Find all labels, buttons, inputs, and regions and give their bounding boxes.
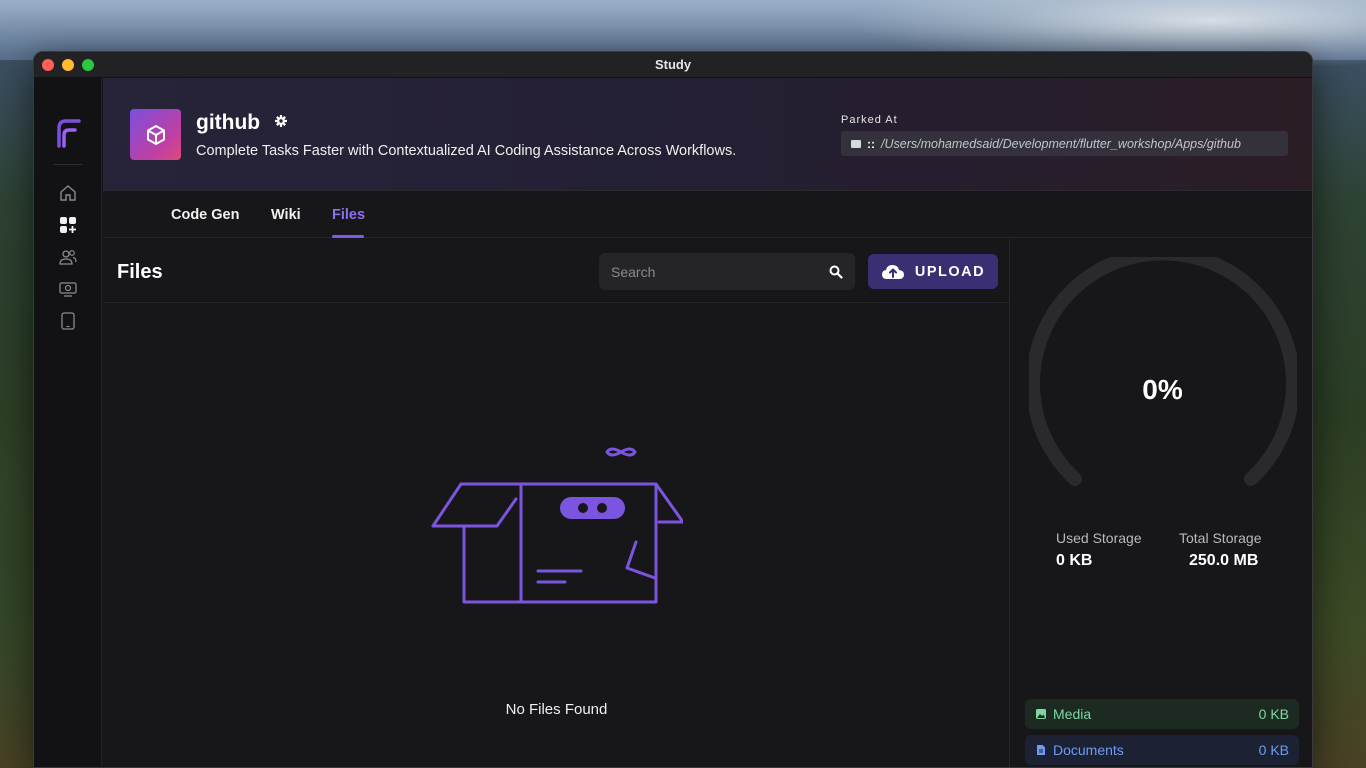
storage-panel: 0% Used Storage 0 KB Total Storage 250.0… xyxy=(1011,239,1312,767)
search-icon[interactable] xyxy=(829,265,843,279)
sidebar-item-device[interactable] xyxy=(56,309,80,333)
upload-button[interactable]: UPLOAD xyxy=(868,254,998,289)
users-icon xyxy=(58,250,77,265)
maximize-window-button[interactable] xyxy=(82,59,94,71)
apps-grid-icon xyxy=(59,217,76,233)
window-controls xyxy=(42,59,94,71)
app-header: github Complete Tasks Faster with Contex… xyxy=(103,78,1312,191)
document-icon xyxy=(1037,745,1045,755)
tab-files[interactable]: Files xyxy=(332,207,365,223)
image-icon xyxy=(1036,709,1046,719)
tab-wiki[interactable]: Wiki xyxy=(271,207,301,223)
total-storage-value: 250.0 MB xyxy=(1189,552,1259,569)
files-toolbar: Files UPLOAD xyxy=(103,239,1009,303)
app-name: github xyxy=(196,111,261,134)
window-title: Study xyxy=(654,57,692,72)
settings-gear-icon[interactable] xyxy=(274,114,288,128)
category-media-row[interactable]: Media 0 KB xyxy=(1025,699,1299,729)
upload-label: UPLOAD xyxy=(914,263,986,280)
app-description: Complete Tasks Faster with Contextualize… xyxy=(196,143,737,159)
category-media-size: 0 KB xyxy=(1258,706,1289,722)
app-icon xyxy=(130,109,181,160)
active-tab-indicator xyxy=(332,235,364,238)
sidebar-divider xyxy=(53,164,82,165)
category-documents-size: 0 KB xyxy=(1258,742,1289,758)
storage-percent: 0% xyxy=(1142,374,1183,405)
search-input[interactable] xyxy=(611,263,829,280)
cloud-upload-icon xyxy=(881,264,904,279)
used-storage-value: 0 KB xyxy=(1056,552,1093,569)
sidebar xyxy=(34,78,102,767)
search-box xyxy=(599,253,855,290)
parked-path-box[interactable]: :: /Users/mohamedsaid/Development/flutte… xyxy=(841,131,1288,156)
cube-icon xyxy=(146,124,165,145)
close-window-button[interactable] xyxy=(42,59,54,71)
home-icon xyxy=(59,185,76,201)
folder-icon xyxy=(851,139,861,148)
title-bar: Study xyxy=(34,52,1312,78)
empty-box-illustration xyxy=(431,447,683,604)
category-media-name: Media xyxy=(1053,706,1092,722)
app-logo-icon xyxy=(56,119,81,148)
empty-state-message: No Files Found xyxy=(505,701,608,718)
tablet-icon xyxy=(60,312,75,330)
tab-bar: Code Gen Wiki Files xyxy=(103,191,1312,238)
sidebar-item-media[interactable] xyxy=(56,277,80,301)
files-panel: Files UPLOAD xyxy=(103,239,1010,767)
sidebar-item-home[interactable] xyxy=(56,181,80,205)
sidebar-item-apps[interactable] xyxy=(56,213,80,237)
app-window: Study github Complete Tasks Faster with … xyxy=(33,51,1313,768)
parked-at-label: Parked At xyxy=(841,114,898,126)
minimize-window-button[interactable] xyxy=(62,59,74,71)
category-documents-name: Documents xyxy=(1053,742,1124,758)
parked-path: /Users/mohamedsaid/Development/flutter_w… xyxy=(881,136,1241,151)
category-documents-row[interactable]: Documents 0 KB xyxy=(1025,735,1299,765)
main-content: github Complete Tasks Faster with Contex… xyxy=(103,78,1312,767)
monitor-icon xyxy=(58,282,77,297)
files-title: Files xyxy=(117,261,163,283)
used-storage-label: Used Storage xyxy=(1056,530,1142,546)
path-separator: :: xyxy=(867,136,875,151)
sidebar-item-users[interactable] xyxy=(56,245,80,269)
total-storage-label: Total Storage xyxy=(1179,530,1262,546)
tab-code-gen[interactable]: Code Gen xyxy=(171,207,239,223)
